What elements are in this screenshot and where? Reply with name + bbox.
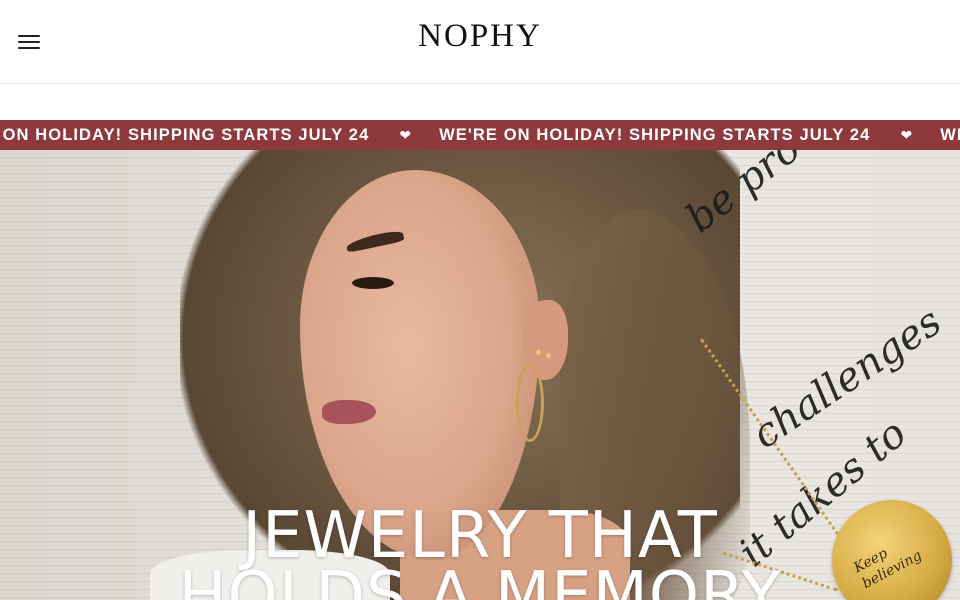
hoop-earring xyxy=(516,364,544,442)
announcement-text: WE'RE ON HOLIDAY! SHIPPING STARTS JULY 2… xyxy=(0,125,370,144)
heart-icon: ❤ xyxy=(399,126,412,143)
hero-headline: JEWELRY THAT HOLDS A MEMORY xyxy=(0,499,960,600)
brand-logo[interactable]: NOPHY xyxy=(0,18,960,55)
stud-earring xyxy=(536,350,541,355)
hero-model-eye xyxy=(352,277,394,289)
announcement-text: WE'RE ON HOLIDAY! SHIPPING STARTS JULY 2… xyxy=(940,125,960,144)
hero-headline-line2: HOLDS A MEMORY xyxy=(178,559,782,600)
hero-headline-line1: JEWELRY THAT xyxy=(242,499,718,573)
announcement-text: WE'RE ON HOLIDAY! SHIPPING STARTS JULY 2… xyxy=(439,125,871,144)
announcement-bar: WE'RE ON HOLIDAY! SHIPPING STARTS JULY 2… xyxy=(0,120,960,150)
site-header: NOPHY xyxy=(0,0,960,84)
announcement-track: WE'RE ON HOLIDAY! SHIPPING STARTS JULY 2… xyxy=(0,120,960,150)
heart-icon: ❤ xyxy=(900,126,913,143)
stud-earring xyxy=(546,353,551,358)
header-spacer xyxy=(0,85,960,120)
hero-banner[interactable]: be prouder of challenges it takes to Kee… xyxy=(0,150,960,600)
